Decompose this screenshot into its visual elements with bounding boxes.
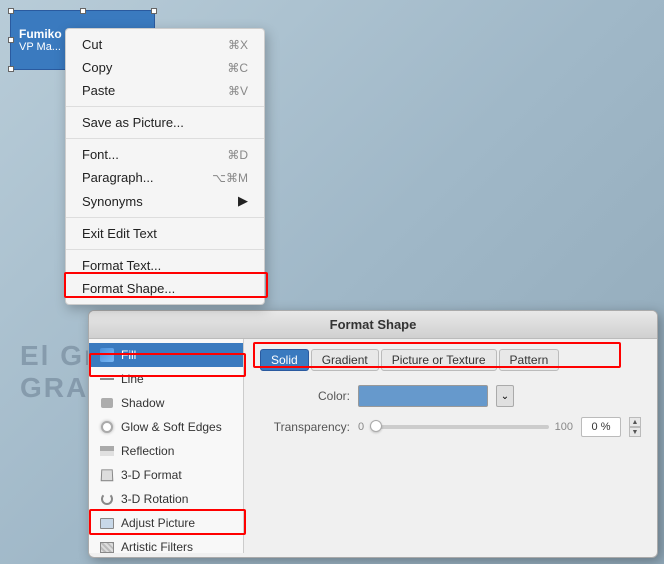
color-swatch[interactable]: [358, 385, 488, 407]
panel-content: Solid Gradient Picture or Texture Patter…: [244, 339, 657, 553]
sidebar-artistic-filters-label: Artistic Filters: [121, 540, 193, 553]
context-menu: Cut ⌘X Copy ⌘C Paste ⌘V Save as Picture.…: [65, 28, 265, 305]
menu-cut-shortcut: ⌘X: [228, 38, 248, 52]
transparency-label: Transparency:: [260, 420, 350, 434]
menu-paragraph[interactable]: Paragraph... ⌥⌘M: [66, 166, 264, 189]
sidebar-3d-format-label: 3-D Format: [121, 468, 182, 482]
sidebar-item-reflection[interactable]: Reflection: [89, 439, 243, 463]
menu-font-shortcut: ⌘D: [227, 148, 248, 162]
transparency-row: Transparency: 0 100 ▲ ▼: [260, 417, 641, 437]
transparency-slider-container: 0 100: [358, 421, 573, 433]
menu-paragraph-label: Paragraph...: [82, 170, 154, 185]
menu-exit-edit-text-label: Exit Edit Text: [82, 226, 157, 241]
sidebar-item-3d-rotation[interactable]: 3-D Rotation: [89, 487, 243, 511]
sidebar-adjust-picture-label: Adjust Picture: [121, 516, 195, 530]
tab-pattern[interactable]: Pattern: [499, 349, 560, 371]
menu-paste[interactable]: Paste ⌘V: [66, 79, 264, 102]
sidebar-line-label: Line: [121, 372, 144, 386]
sidebar-item-fill[interactable]: Fill: [89, 343, 243, 367]
sidebar-3d-rotation-label: 3-D Rotation: [121, 492, 188, 506]
sidebar-shadow-label: Shadow: [121, 396, 164, 410]
tab-gradient[interactable]: Gradient: [311, 349, 379, 371]
sidebar-reflection-label: Reflection: [121, 444, 174, 458]
handle-tr[interactable]: [151, 8, 157, 14]
menu-paste-shortcut: ⌘V: [228, 84, 248, 98]
tab-solid[interactable]: Solid: [260, 349, 309, 371]
panel-title: Format Shape: [330, 317, 417, 332]
line-icon: [99, 371, 115, 387]
separator-2: [66, 138, 264, 139]
reflection-icon: [99, 443, 115, 459]
3d-rotation-icon: [99, 491, 115, 507]
panel-sidebar: Fill Line Shadow Glow & Soft Edges Refle…: [89, 339, 244, 553]
handle-bl[interactable]: [8, 66, 14, 72]
menu-cut[interactable]: Cut ⌘X: [66, 33, 264, 56]
synonyms-arrow: ▶: [238, 193, 248, 209]
menu-font-label: Font...: [82, 147, 119, 162]
sidebar-item-adjust-picture[interactable]: Adjust Picture: [89, 511, 243, 535]
transparency-slider[interactable]: [370, 425, 549, 429]
stepper-up[interactable]: ▲: [629, 417, 641, 427]
menu-cut-label: Cut: [82, 37, 102, 52]
slider-thumb[interactable]: [370, 420, 382, 432]
glow-icon: [99, 419, 115, 435]
panel-body: Fill Line Shadow Glow & Soft Edges Refle…: [89, 339, 657, 553]
color-label: Color:: [260, 389, 350, 403]
sidebar-fill-label: Fill: [121, 348, 136, 362]
separator-4: [66, 249, 264, 250]
menu-format-shape-label: Format Shape...: [82, 281, 175, 296]
menu-copy-shortcut: ⌘C: [227, 61, 248, 75]
handle-ml[interactable]: [8, 37, 14, 43]
color-row: Color: ⌄: [260, 385, 641, 407]
menu-copy[interactable]: Copy ⌘C: [66, 56, 264, 79]
transparency-stepper[interactable]: ▲ ▼: [629, 417, 641, 437]
menu-format-text[interactable]: Format Text...: [66, 254, 264, 277]
sidebar-item-3d-format[interactable]: 3-D Format: [89, 463, 243, 487]
handle-tl[interactable]: [8, 8, 14, 14]
format-shape-panel: Format Shape Fill Line Shadow Glow & Sof…: [88, 310, 658, 558]
menu-font[interactable]: Font... ⌘D: [66, 143, 264, 166]
handle-tc[interactable]: [80, 8, 86, 14]
menu-synonyms[interactable]: Synonyms ▶: [66, 189, 264, 213]
separator-1: [66, 106, 264, 107]
menu-format-shape[interactable]: Format Shape...: [66, 277, 264, 300]
sidebar-item-artistic-filters[interactable]: Artistic Filters: [89, 535, 243, 553]
menu-format-text-label: Format Text...: [82, 258, 161, 273]
adjust-picture-icon: [99, 515, 115, 531]
3d-format-icon: [99, 467, 115, 483]
artistic-filters-icon: [99, 539, 115, 553]
stepper-down[interactable]: ▼: [629, 427, 641, 437]
menu-paste-label: Paste: [82, 83, 115, 98]
slider-min: 0: [358, 421, 364, 433]
sidebar-item-glow[interactable]: Glow & Soft Edges: [89, 415, 243, 439]
menu-copy-label: Copy: [82, 60, 112, 75]
fill-icon: [99, 347, 115, 363]
color-dropdown[interactable]: ⌄: [496, 385, 514, 407]
slider-max: 100: [555, 421, 573, 433]
sidebar-item-line[interactable]: Line: [89, 367, 243, 391]
panel-titlebar: Format Shape: [89, 311, 657, 339]
sidebar-glow-label: Glow & Soft Edges: [121, 420, 222, 434]
menu-paragraph-shortcut: ⌥⌘M: [212, 171, 248, 185]
menu-save-as-picture-label: Save as Picture...: [82, 115, 184, 130]
tab-bar: Solid Gradient Picture or Texture Patter…: [260, 349, 641, 371]
menu-save-as-picture[interactable]: Save as Picture...: [66, 111, 264, 134]
tab-picture-or-texture[interactable]: Picture or Texture: [381, 349, 497, 371]
menu-synonyms-label: Synonyms: [82, 194, 143, 209]
shadow-icon: [99, 395, 115, 411]
menu-exit-edit-text[interactable]: Exit Edit Text: [66, 222, 264, 245]
separator-3: [66, 217, 264, 218]
sidebar-item-shadow[interactable]: Shadow: [89, 391, 243, 415]
transparency-input[interactable]: [581, 417, 621, 437]
